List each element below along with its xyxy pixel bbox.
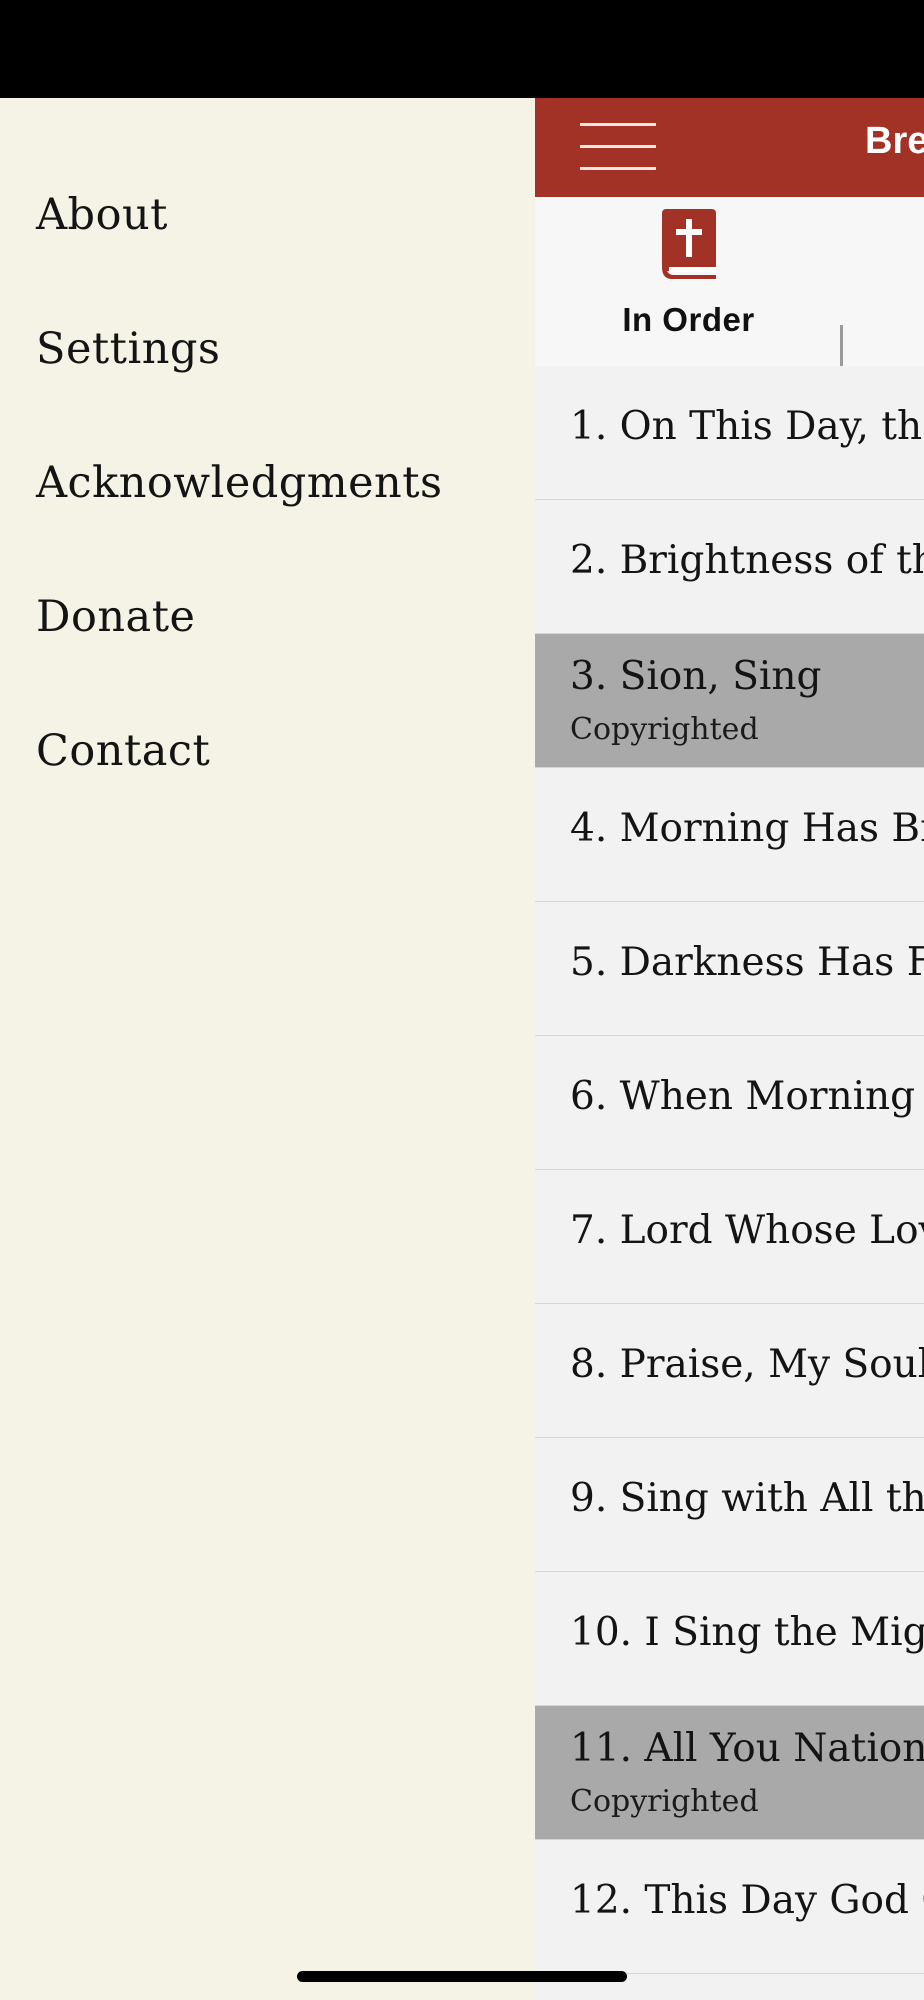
main-content: Bre In Order 1. On This Day, the 2. Brig… xyxy=(535,98,924,2000)
hymn-title: 9. Sing with All the S xyxy=(570,1476,924,1521)
list-item[interactable]: 4. Morning Has Bro xyxy=(535,768,924,902)
drawer-item-donate[interactable]: Donate xyxy=(36,567,516,667)
hymn-title: 11. All You Nations xyxy=(570,1726,924,1771)
list-item[interactable]: 7. Lord Whose Love xyxy=(535,1170,924,1304)
tab-label: In Order xyxy=(622,301,755,338)
list-item[interactable]: 3. Sion, Sing Copyrighted xyxy=(535,634,924,768)
list-item[interactable]: 12. This Day God G xyxy=(535,1840,924,1974)
drawer-item-contact[interactable]: Contact xyxy=(36,701,516,801)
hymn-title: 5. Darkness Has Fac xyxy=(570,940,924,985)
copyright-label: Copyrighted xyxy=(570,712,759,747)
hamburger-line xyxy=(580,123,656,126)
home-indicator[interactable] xyxy=(297,1971,627,1982)
hymn-title: 8. Praise, My Soul, t xyxy=(570,1342,924,1387)
hymn-title: 12. This Day God G xyxy=(570,1878,924,1923)
hamburger-menu-icon[interactable] xyxy=(580,121,656,175)
list-item[interactable]: 10. I Sing the Mighty xyxy=(535,1572,924,1706)
bible-cross-book-icon xyxy=(662,209,716,279)
hymn-title: 2. Brightness of the xyxy=(570,538,924,583)
hymn-title: 3. Sion, Sing xyxy=(570,654,822,699)
hymn-title: 1. On This Day, the xyxy=(570,404,924,449)
list-item[interactable]: 8. Praise, My Soul, t xyxy=(535,1304,924,1438)
drawer-item-settings[interactable]: Settings xyxy=(36,299,516,399)
tab-in-order[interactable]: In Order xyxy=(535,197,842,365)
drawer-item-acknowledgments[interactable]: Acknowledgments xyxy=(36,433,516,533)
drawer-item-about[interactable]: About xyxy=(36,165,516,265)
list-item[interactable]: 1. On This Day, the xyxy=(535,366,924,500)
hamburger-line xyxy=(580,167,656,170)
list-item[interactable]: 5. Darkness Has Fac xyxy=(535,902,924,1036)
hymn-list: 1. On This Day, the 2. Brightness of the… xyxy=(535,366,924,1974)
copyright-label: Copyrighted xyxy=(570,1784,759,1819)
list-item[interactable]: 6. When Morning Fi xyxy=(535,1036,924,1170)
hymn-title: 10. I Sing the Mighty xyxy=(570,1610,924,1655)
app-screen: About Settings Acknowledgments Donate Co… xyxy=(0,0,924,2000)
hamburger-line xyxy=(580,145,656,148)
side-drawer: About Settings Acknowledgments Donate Co… xyxy=(0,98,535,2000)
status-bar xyxy=(0,0,924,98)
page-title: Bre xyxy=(865,120,924,162)
app-header: Bre xyxy=(535,98,924,197)
list-item[interactable]: 9. Sing with All the S xyxy=(535,1438,924,1572)
hymn-title: 6. When Morning Fi xyxy=(570,1074,924,1119)
list-item[interactable]: 2. Brightness of the xyxy=(535,500,924,634)
list-item[interactable]: 11. All You Nations Copyrighted xyxy=(535,1706,924,1840)
hymn-title: 7. Lord Whose Love xyxy=(570,1208,924,1253)
hymn-title: 4. Morning Has Bro xyxy=(570,806,924,851)
